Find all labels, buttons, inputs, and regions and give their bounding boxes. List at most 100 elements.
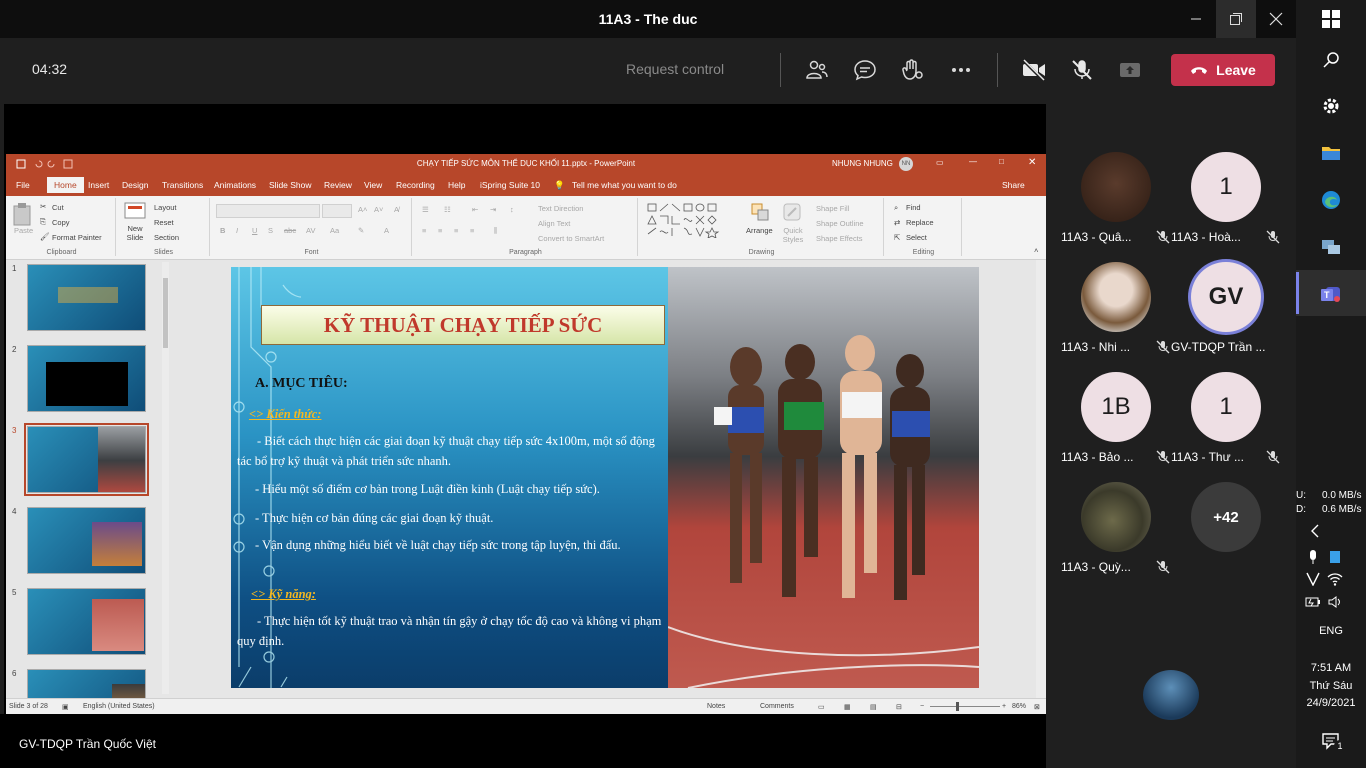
- slide-bullet[interactable]: - Thực hiện cơ bản đúng các giai đoạn kỹ…: [255, 508, 665, 528]
- reset-label[interactable]: Reset: [154, 218, 174, 227]
- bullets-icon[interactable]: ☰: [422, 205, 429, 214]
- columns-icon[interactable]: ⫼: [494, 226, 497, 236]
- volume-tray-icon[interactable]: [1322, 589, 1348, 615]
- participant-tile[interactable]: 11A3 - Quỳ...: [1061, 482, 1171, 588]
- ppt-close-icon[interactable]: ✕: [1028, 157, 1036, 168]
- tab-ispring[interactable]: iSpring Suite 10: [480, 180, 540, 190]
- tab-help[interactable]: Help: [448, 180, 465, 190]
- zoom-level[interactable]: 86%: [1012, 703, 1026, 710]
- slide-bullet[interactable]: - Vận dụng những hiểu biết về luật chạy …: [237, 535, 663, 555]
- tab-file[interactable]: File: [16, 180, 30, 190]
- quick-styles-label[interactable]: Quick Styles: [776, 226, 810, 244]
- chevron-left-icon[interactable]: [1302, 518, 1328, 544]
- outdent-icon[interactable]: ⇥: [490, 205, 496, 214]
- participant-tile[interactable]: 1B 11A3 - Bảo ...: [1061, 372, 1171, 478]
- more-participants-tile[interactable]: +42: [1171, 482, 1281, 588]
- numbering-icon[interactable]: ☷: [444, 205, 451, 214]
- tab-transitions[interactable]: Transitions: [162, 180, 203, 190]
- format-painter-label[interactable]: Format Painter: [52, 233, 102, 242]
- paste-icon[interactable]: [12, 202, 32, 226]
- clock-time[interactable]: 7:51 AM: [1296, 662, 1366, 674]
- tab-review[interactable]: Review: [324, 180, 352, 190]
- tab-insert[interactable]: Insert: [88, 180, 109, 190]
- find-label[interactable]: Find: [906, 203, 921, 212]
- align-left-icon[interactable]: ≡: [422, 226, 426, 235]
- slide-bullet[interactable]: - Hiểu một số điểm cơ bản trong Luật điề…: [255, 479, 665, 499]
- normal-view-icon[interactable]: ▭: [818, 703, 825, 711]
- slideshow-view-icon[interactable]: ⊟: [896, 703, 902, 711]
- ppt-maximize-icon[interactable]: □: [999, 157, 1004, 166]
- grow-font-icon[interactable]: A˄: [358, 205, 367, 214]
- tab-view[interactable]: View: [364, 180, 382, 190]
- tab-design[interactable]: Design: [122, 180, 148, 190]
- layout-label[interactable]: Layout: [154, 203, 177, 212]
- settings-icon[interactable]: [1318, 93, 1344, 119]
- participant-tile[interactable]: 11A3 - Nhi ...: [1061, 262, 1171, 368]
- change-case-icon[interactable]: Aa: [330, 226, 339, 235]
- align-right-icon[interactable]: ≡: [454, 226, 458, 235]
- shapes-gallery[interactable]: [646, 202, 730, 238]
- new-slide-label[interactable]: New Slide: [124, 224, 146, 242]
- slide-bullet[interactable]: - Thực hiện tốt kỹ thuật trao và nhận tí…: [237, 611, 665, 651]
- new-slide-icon[interactable]: [124, 202, 146, 220]
- ribbon-display-icon[interactable]: ▭: [936, 158, 944, 167]
- shrink-font-icon[interactable]: A˅: [374, 205, 383, 214]
- clear-format-icon[interactable]: A̸: [394, 205, 399, 214]
- minimize-icon[interactable]: [1176, 0, 1216, 38]
- replace-label[interactable]: Replace: [906, 218, 934, 227]
- font-color-icon[interactable]: A: [384, 226, 389, 235]
- windows-start-icon[interactable]: [1318, 6, 1344, 32]
- text-direction-label[interactable]: Text Direction: [538, 204, 583, 213]
- paste-label[interactable]: Paste: [14, 226, 33, 235]
- font-size-select[interactable]: [322, 204, 352, 218]
- zoom-slider-thumb[interactable]: [956, 702, 959, 711]
- arrange-label[interactable]: Arrange: [746, 226, 773, 235]
- camera-off-icon[interactable]: [1021, 57, 1047, 83]
- format-painter-icon[interactable]: 🖌: [40, 232, 50, 241]
- self-view-avatar[interactable]: [1143, 670, 1199, 720]
- participant-tile[interactable]: 1 11A3 - Thư ...: [1171, 372, 1281, 478]
- shape-fill-label[interactable]: Shape Fill: [816, 204, 849, 213]
- mic-off-icon[interactable]: [1069, 57, 1095, 83]
- underline-icon[interactable]: U: [252, 226, 257, 235]
- teams-icon[interactable]: T: [1318, 281, 1344, 307]
- network-app-icon[interactable]: [1318, 234, 1344, 260]
- file-explorer-icon[interactable]: [1318, 140, 1344, 166]
- slide-thumbnail-selected[interactable]: [24, 423, 149, 496]
- thumbnail-scrollbar[interactable]: [162, 262, 169, 694]
- tab-animations[interactable]: Animations: [214, 180, 256, 190]
- restore-icon[interactable]: [1216, 0, 1256, 38]
- reactions-icon[interactable]: [899, 57, 925, 83]
- ppt-user-avatar[interactable]: NN: [899, 157, 913, 171]
- input-language[interactable]: ENG: [1296, 625, 1366, 637]
- comments-button[interactable]: Comments: [760, 703, 794, 710]
- share-button[interactable]: Share: [1002, 180, 1025, 190]
- convert-smartart-label[interactable]: Convert to SmartArt: [538, 234, 604, 243]
- align-center-icon[interactable]: ≡: [438, 226, 442, 235]
- indent-icon[interactable]: ⇤: [472, 205, 478, 214]
- slide-thumbnail[interactable]: [27, 588, 146, 655]
- slide-photo-relay-runners[interactable]: [668, 267, 979, 688]
- italic-icon[interactable]: I: [236, 226, 238, 235]
- shadow-icon[interactable]: S: [268, 226, 273, 235]
- slide-subheading-skills[interactable]: <> Kỹ năng:: [251, 584, 316, 604]
- select-label[interactable]: Select: [906, 233, 927, 242]
- participant-tile[interactable]: 1 11A3 - Hoà...: [1171, 152, 1281, 258]
- tab-recording[interactable]: Recording: [396, 180, 435, 190]
- spell-check-icon[interactable]: ▣: [62, 703, 69, 711]
- tab-slide-show[interactable]: Slide Show: [269, 180, 312, 190]
- slide-thumbnail[interactable]: [27, 507, 146, 574]
- tell-me-search[interactable]: Tell me what you want to do: [572, 180, 677, 190]
- slide-heading[interactable]: KỸ THUẬT CHẠY TIẾP SỨC: [261, 305, 665, 345]
- find-icon[interactable]: ⌕: [894, 203, 898, 213]
- quick-styles-icon[interactable]: [782, 202, 802, 222]
- close-icon[interactable]: [1256, 0, 1296, 38]
- slide-scrollbar[interactable]: [1036, 260, 1046, 698]
- participant-tile[interactable]: 11A3 - Quâ...: [1061, 152, 1171, 258]
- highlight-icon[interactable]: ✎: [358, 226, 364, 235]
- select-icon[interactable]: ⇱: [894, 233, 900, 242]
- slide-canvas[interactable]: KỸ THUẬT CHẠY TIẾP SỨC A. MỤC TIÊU: <> K…: [231, 267, 979, 688]
- leave-button[interactable]: Leave: [1171, 54, 1275, 86]
- slide-section-heading[interactable]: A. MỤC TIÊU:: [255, 374, 348, 394]
- more-icon[interactable]: [948, 57, 974, 83]
